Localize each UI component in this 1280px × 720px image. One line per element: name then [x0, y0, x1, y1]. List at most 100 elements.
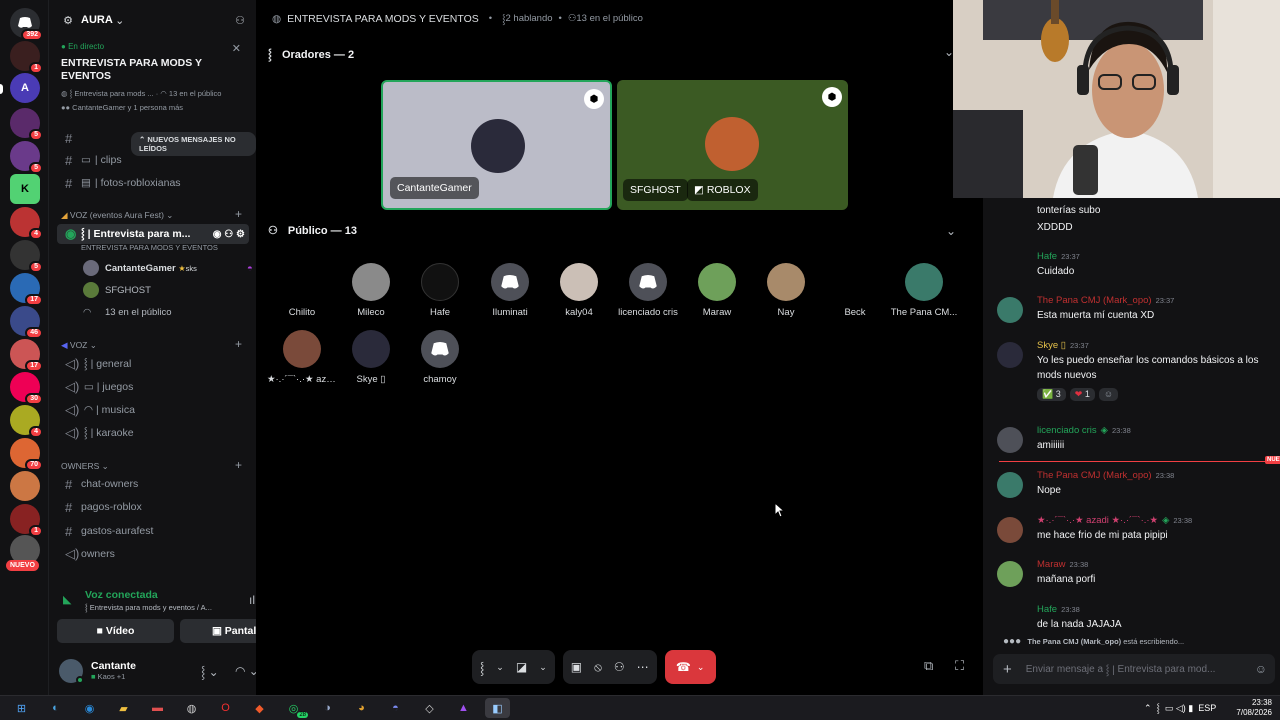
server-icon[interactable]: 1	[10, 504, 43, 537]
add-member-icon[interactable]: ⚇	[233, 13, 247, 27]
voice-channel-general[interactable]: ◁) ⸾ | general	[57, 354, 249, 374]
microphone-icon[interactable]: ⸾	[480, 659, 484, 676]
copilot-icon[interactable]: ◐	[43, 698, 68, 718]
avatar[interactable]	[997, 297, 1023, 323]
reaction[interactable]: ✅ 3	[1037, 388, 1066, 401]
add-channel-icon[interactable]: +	[235, 458, 242, 472]
windows-start-icon[interactable]: ⊞	[9, 698, 34, 718]
channel-chat-owners[interactable]: # chat-owners	[57, 474, 249, 494]
chevron-down-icon[interactable]: ⌄	[496, 662, 504, 673]
audience-member[interactable]: Nay	[751, 263, 821, 318]
opera-icon[interactable]: O	[213, 698, 238, 718]
channel-clips[interactable]: # ▭ | clips	[57, 150, 249, 170]
dm-home-icon[interactable]: 392	[10, 8, 43, 41]
audience-member[interactable]: Iluminati	[475, 263, 545, 318]
voice-status[interactable]: Voz conectada	[85, 589, 158, 601]
category-owners[interactable]: OWNERS ⌄	[61, 461, 109, 472]
steam-icon[interactable]: ◑	[315, 698, 340, 718]
audience-member[interactable]: Skye ▯	[336, 330, 406, 385]
server-icon[interactable]: 30	[10, 372, 43, 405]
system-tray[interactable]: ⌃ ⸾ ▭ ◁) ▮ ESP	[1144, 701, 1216, 714]
server-icon[interactable]: 4	[10, 207, 43, 240]
clock[interactable]: 23:38 7/08/2026	[1236, 698, 1272, 718]
whatsapp-icon[interactable]: ◎ 28	[281, 698, 308, 718]
stage-user-cantantegamer[interactable]: CantanteGamer ★ sks ◓	[83, 258, 253, 278]
screen-share-icon[interactable]: ▣	[571, 660, 582, 674]
channel-stage-entrevista[interactable]: ◉ ⸾ | Entrevista para m... ◉ ⚇ ⚙	[57, 224, 249, 244]
new-badge[interactable]: NUEVO	[6, 560, 39, 571]
category-voz-eventos[interactable]: ◢ VOZ (eventos Aura Fest) ⌄	[61, 210, 173, 221]
server-icon[interactable]: 5	[10, 141, 43, 174]
audience-member[interactable]: Mileco	[336, 263, 406, 318]
server-icon[interactable]: 4	[10, 405, 43, 438]
channel-actions-icon[interactable]: ◉ ⚇ ⚙	[213, 229, 245, 240]
channel-fotos-robloxianas[interactable]: # ▤ | fotos-robloxianas	[57, 173, 249, 193]
server-icon-kick[interactable]: K	[10, 174, 40, 204]
audience-member[interactable]: Chilito	[267, 263, 337, 318]
avatar[interactable]	[997, 517, 1023, 543]
mail-icon[interactable]: ▬	[145, 698, 170, 718]
stage-user-sfghost[interactable]: SFGHOST	[83, 280, 151, 300]
audience-member[interactable]: kaly04	[544, 263, 614, 318]
speaker-tile-sfghost[interactable]: ⬢ SFGHOST ◩ ROBLOX	[617, 80, 848, 210]
server-icon[interactable]: 17	[10, 273, 43, 306]
popout-icon[interactable]: ⧉	[924, 658, 933, 674]
fullscreen-icon[interactable]: ⛶	[955, 658, 964, 674]
server-icon[interactable]: 5	[10, 240, 43, 273]
server-icon[interactable]	[10, 471, 40, 501]
audience-member[interactable]: licenciado cris	[613, 263, 683, 318]
avatar[interactable]	[997, 561, 1023, 587]
microphone-icon[interactable]: ⸾ ⌄	[201, 663, 219, 680]
mute-mic-icon[interactable]: ⦸	[594, 660, 602, 675]
chevron-down-icon[interactable]: ⌄	[946, 224, 956, 238]
voice-channel-juegos[interactable]: ◁) ▭ | juegos	[57, 377, 249, 397]
audience-member[interactable]: Hafe	[405, 263, 475, 318]
discord-icon[interactable]: ◓	[383, 698, 408, 718]
disconnect-button[interactable]: ☎ ⌄	[664, 650, 716, 684]
avatar[interactable]	[997, 342, 1023, 368]
audience-member[interactable]: ★·.·´¯`·.·★ azad...	[267, 330, 337, 385]
chevron-down-icon[interactable]: ⌄	[539, 662, 547, 673]
add-channel-icon[interactable]: +	[235, 207, 242, 221]
server-icon-aura[interactable]: A	[10, 73, 40, 103]
video-button[interactable]: ■ Vídeo	[57, 619, 174, 643]
chrome-icon[interactable]: ◕	[349, 698, 374, 718]
app-icon[interactable]: ▲	[451, 698, 476, 718]
avatar[interactable]	[59, 659, 84, 684]
channel-gastos-aurafest[interactable]: # gastos-aurafest	[57, 521, 249, 541]
server-icon[interactable]: 1	[10, 41, 43, 74]
chat-input[interactable]: + Enviar mensaje a ⸾ | Entrevista para m…	[993, 654, 1275, 684]
server-icon[interactable]: 17	[10, 339, 43, 372]
username[interactable]: Cantante	[91, 660, 136, 672]
live-event-card[interactable]: ● En directo ✕ ENTREVISTA PARA MODS Y EV…	[55, 38, 251, 124]
obs-icon[interactable]: ◍	[179, 698, 204, 718]
file-explorer-icon[interactable]: ▰	[111, 698, 136, 718]
voice-channel-owners[interactable]: ◁) owners	[57, 544, 249, 564]
add-attachment-icon[interactable]: +	[1003, 661, 1012, 678]
voice-channel-karaoke[interactable]: ◁) ⸾ | karaoke	[57, 423, 249, 443]
brave-icon[interactable]: ◆	[247, 698, 272, 718]
stage-audience[interactable]: ◠ 13 en el público	[83, 302, 172, 322]
avatar[interactable]	[997, 427, 1023, 453]
audience-member[interactable]: Maraw	[682, 263, 752, 318]
app-icon[interactable]: ◇	[417, 698, 442, 718]
speaker-tile-cantantegamer[interactable]: ⬢ CantanteGamer	[381, 80, 612, 210]
channel-pagos-roblox[interactable]: # pagos-roblox	[57, 497, 249, 517]
category-voz[interactable]: ◀ VOZ ⌄	[61, 340, 97, 351]
server-header[interactable]: ⚙ AURA ⌄ ⚇	[49, 0, 257, 40]
edge-icon[interactable]: ◉	[77, 698, 102, 718]
voice-channel-link[interactable]: ⸾ Entrevista para mods y eventos / A...	[85, 603, 212, 613]
emoji-icon[interactable]: ☺	[1255, 662, 1267, 676]
add-channel-icon[interactable]: +	[235, 337, 242, 351]
camera-off-icon[interactable]: ◪	[516, 660, 527, 674]
server-icon[interactable]: 46	[10, 306, 43, 339]
add-reaction-icon[interactable]: ☺	[1098, 388, 1119, 401]
server-icon[interactable]: 5	[10, 108, 43, 141]
audience-member[interactable]: chamoy	[405, 330, 475, 385]
more-options-icon[interactable]: ⋯	[637, 660, 649, 674]
app-icon[interactable]: ◧	[485, 698, 510, 718]
move-to-audience-icon[interactable]: ⚇	[614, 660, 625, 674]
reaction[interactable]: ❤ 1	[1069, 388, 1095, 401]
audience-member[interactable]: The Pana CM...	[889, 263, 959, 318]
avatar[interactable]	[997, 472, 1023, 498]
